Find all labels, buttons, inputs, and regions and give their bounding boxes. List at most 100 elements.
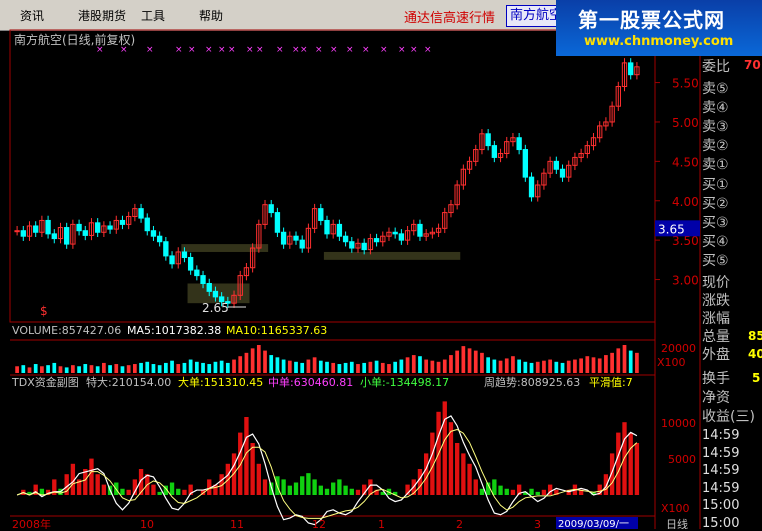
indicator-bar [504, 488, 509, 495]
indicator-name: TDX资金副图 [11, 375, 79, 389]
volume-bar [108, 365, 112, 373]
volume-bar [579, 358, 583, 373]
signal-star-5: × [205, 45, 213, 55]
candle-body [628, 62, 634, 76]
volume-bar [480, 352, 484, 373]
candle-body [144, 217, 150, 232]
volume-bar [405, 357, 410, 373]
indicator-bar [417, 469, 423, 495]
earnings-label: 收益(三) [702, 409, 755, 425]
site-logo: 第一股票公式网 www.chnmoney.com [556, 0, 762, 56]
candle-body [280, 231, 287, 245]
quote-label-2: 涨幅 [702, 311, 730, 327]
volume-bar [151, 364, 156, 373]
smooth-label: 平滑值:7 [589, 376, 633, 389]
last-price-label: 3.65 [658, 222, 685, 236]
candle-body [293, 235, 299, 241]
volume-bar [213, 361, 218, 373]
volume-bar [157, 365, 162, 373]
indicator-bar [287, 485, 292, 495]
buy-level-2: 买③ [702, 215, 729, 231]
tick-time-2: 14:59 [702, 463, 740, 478]
volume-bar [238, 356, 243, 373]
weibi-label: 委比 [702, 59, 730, 75]
volume-bar [120, 366, 125, 373]
volume-bar [374, 360, 379, 373]
turnover-value: 5 [752, 371, 761, 385]
candle-body [107, 225, 113, 230]
indicator-bar [238, 432, 243, 495]
volume-bar [139, 362, 143, 373]
indicator-bar [473, 479, 478, 495]
volume-label: VOLUME:857427.06 [12, 324, 121, 337]
volume-bar [616, 348, 621, 373]
volume-bar [573, 359, 577, 373]
volume-bar [232, 359, 236, 373]
volume-bar [219, 360, 224, 373]
quote-value-3: 85 [748, 329, 762, 343]
volume-bar [33, 364, 38, 373]
indicator-bar [343, 485, 348, 495]
volume-bar [58, 366, 63, 373]
indicator-bar [126, 489, 131, 495]
volume-bar [95, 366, 100, 373]
indicator-tick-0: 10000 [661, 417, 696, 430]
indicator-bar [461, 453, 466, 495]
small-order-label: 小单:-134498.17 [360, 376, 449, 389]
volume-bar [244, 352, 249, 373]
tick-time-4: 15:00 [702, 498, 740, 513]
volume-bar [77, 366, 81, 373]
indicator-bar [312, 479, 317, 495]
volume-bar [442, 359, 447, 373]
candle-body [349, 241, 355, 249]
trend-label: 周趋势:808925.63 [484, 376, 580, 389]
candle-body [119, 219, 126, 225]
x-axis-label-1: 10 [140, 518, 154, 529]
candle-body [392, 231, 398, 235]
candle-body [336, 223, 343, 237]
volume-bar [331, 362, 336, 373]
volume-bar [467, 348, 472, 373]
quote-label-3: 总量 [702, 329, 730, 345]
volume-bar [548, 359, 552, 373]
volume-bar [201, 362, 205, 373]
y-tick-label-5: 3.00 [672, 274, 699, 288]
volume-bar [325, 361, 329, 373]
candle-body [212, 290, 219, 298]
signal-star-20: × [424, 45, 432, 55]
volume-bar [635, 352, 639, 373]
volume-bar [263, 350, 267, 373]
quote-value-4: 40 [748, 347, 762, 361]
signal-star-18: × [398, 45, 406, 55]
volume-tick: 20000 [661, 342, 696, 355]
volume-bar [312, 357, 317, 373]
logo-title: 第一股票公式网 [578, 8, 725, 32]
indicator-bar [95, 474, 100, 495]
volume-bar [473, 350, 478, 373]
volume-bar [597, 358, 602, 373]
signal-star-9: × [256, 45, 264, 55]
volume-bar [89, 365, 94, 373]
indicator-bar [349, 488, 354, 495]
volume-bar [498, 360, 503, 373]
indicator-bar [281, 479, 286, 495]
volume-bar [114, 364, 119, 373]
candle-body [200, 275, 206, 284]
candle-body [299, 239, 305, 249]
volume-bar [126, 365, 131, 373]
candle-body [163, 241, 169, 257]
big-order-label: 大单:151310.45 [178, 375, 263, 389]
indicator-bar [498, 485, 503, 495]
y-tick-label-0: 5.50 [672, 77, 699, 91]
signal-star-15: × [346, 45, 354, 55]
sell-level-2: 卖③ [702, 119, 729, 135]
volume-bar [225, 362, 230, 373]
signal-star-10: × [276, 45, 284, 55]
quote-label-4: 外盘 [702, 347, 730, 363]
candle-body [268, 204, 274, 214]
indicator-bar [293, 482, 299, 495]
indicator-bar [324, 488, 330, 495]
indicator-bar [634, 443, 640, 495]
volume-bar [430, 360, 435, 373]
signal-star-19: × [410, 45, 418, 55]
